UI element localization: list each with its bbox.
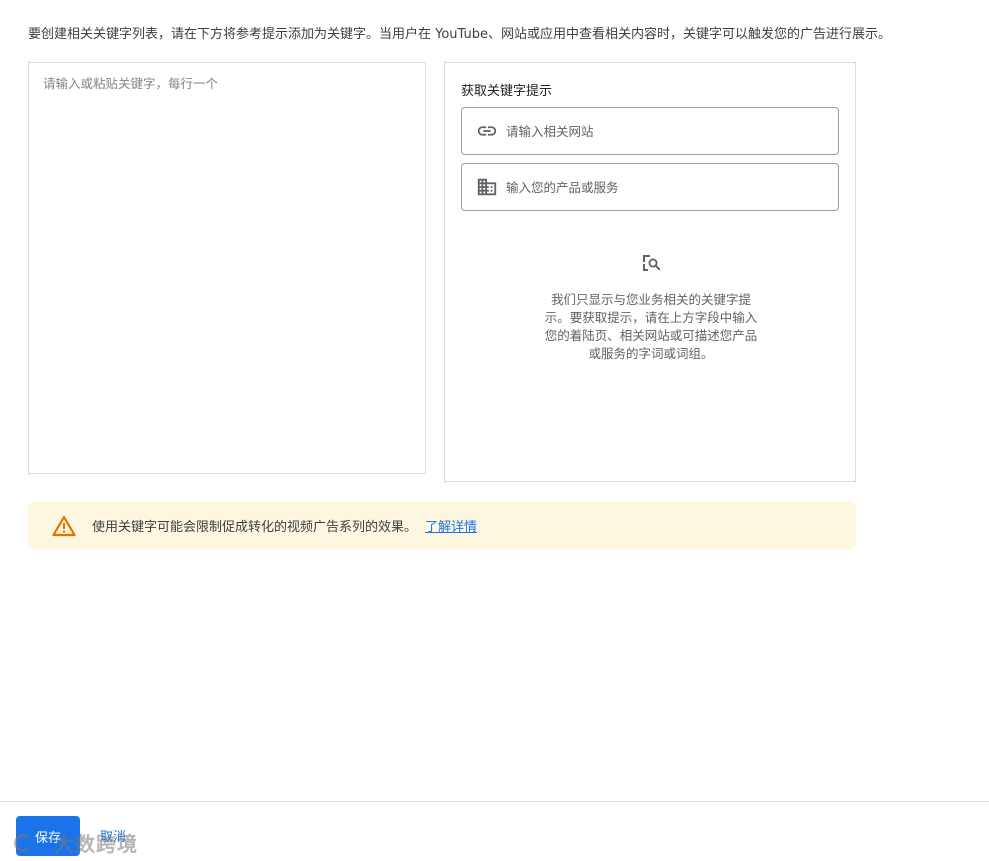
product-input[interactable]: [504, 178, 838, 196]
keyword-textarea[interactable]: [29, 63, 425, 473]
website-input[interactable]: [504, 122, 838, 140]
footer-divider: [0, 801, 989, 802]
intro-text: 要创建相关关键字列表，请在下方将参考提示添加为关键字。当用户在 YouTube、…: [28, 27, 891, 42]
link-icon: [476, 120, 498, 142]
keyword-input-box: [28, 62, 426, 474]
keyword-suggestions-panel: 获取关键字提示 我们只显: [444, 62, 856, 482]
save-button[interactable]: 保存: [16, 816, 80, 856]
business-icon: [476, 176, 498, 198]
suggestions-empty-text: 我们只显示与您业务相关的关键字提示。要获取提示，请在上方字段中输入您的着陆页、相…: [544, 292, 758, 361]
website-field[interactable]: [461, 107, 839, 155]
product-field[interactable]: [461, 163, 839, 211]
page: 要创建相关关键字列表，请在下方将参考提示添加为关键字。当用户在 YouTube、…: [0, 0, 989, 861]
warning-icon: [52, 514, 76, 538]
warning-text: 使用关键字可能会限制促成转化的视频广告系列的效果。: [92, 520, 418, 535]
warning-banner: 使用关键字可能会限制促成转化的视频广告系列的效果。 了解详情: [28, 502, 856, 549]
suggestions-title: 获取关键字提示: [461, 84, 553, 99]
cancel-button[interactable]: 取消: [96, 826, 130, 845]
image-search-icon: [639, 251, 663, 275]
learn-more-link[interactable]: 了解详情: [425, 516, 477, 535]
